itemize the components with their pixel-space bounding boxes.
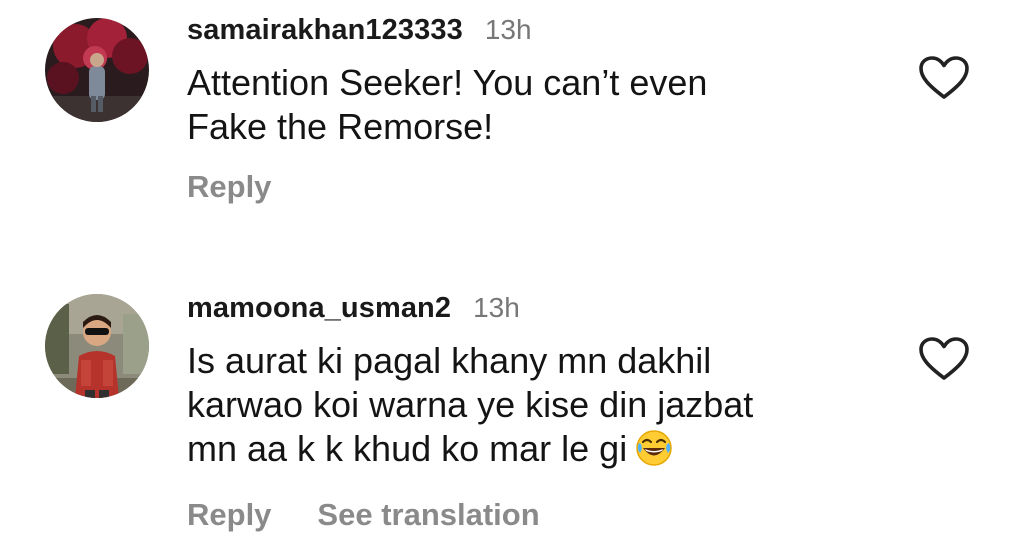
- comment-text-line-content: mn aa k k khud ko mar le gi: [187, 428, 628, 469]
- reply-button[interactable]: Reply: [187, 169, 271, 205]
- see-translation-button[interactable]: See translation: [317, 497, 539, 533]
- laughing-emoji-icon: [635, 429, 673, 477]
- heart-outline-icon[interactable]: [918, 55, 970, 101]
- comment-text-line: Attention Seeker! You can’t even: [187, 62, 708, 103]
- heart-outline-icon[interactable]: [918, 336, 970, 382]
- comment-meta: samairakhan123333 13h: [187, 14, 887, 47]
- comment-text-line: Is aurat ki pagal khany mn dakhil: [187, 340, 712, 381]
- comment-actions: Reply: [187, 169, 887, 205]
- comment-item: samairakhan123333 13h Attention Seeker! …: [0, 0, 1024, 260]
- comment-text-line: mn aa k k khud ko mar le gi: [187, 427, 887, 477]
- username[interactable]: mamoona_usman2: [187, 292, 451, 325]
- timestamp: 13h: [484, 14, 532, 45]
- comment-text: Is aurat ki pagal khany mn dakhil karwao…: [187, 339, 887, 477]
- comment-actions: Reply See translation: [187, 497, 887, 533]
- comment-body: samairakhan123333 13h Attention Seeker! …: [187, 0, 887, 205]
- username[interactable]: samairakhan123333: [187, 14, 463, 47]
- reply-button[interactable]: Reply: [187, 497, 271, 533]
- comment-body: mamoona_usman2 13h Is aurat ki pagal kha…: [187, 280, 887, 533]
- comment-text-line: Fake the Remorse!: [187, 106, 494, 147]
- timestamp: 13h: [473, 292, 520, 323]
- comment-text-line: karwao koi warna ye kise din jazbat: [187, 384, 754, 425]
- avatar[interactable]: [45, 18, 149, 122]
- avatar[interactable]: [45, 294, 149, 398]
- comment-text: Attention Seeker! You can’t even Fake th…: [187, 61, 887, 149]
- comment-item: mamoona_usman2 13h Is aurat ki pagal kha…: [0, 280, 1024, 550]
- comment-meta: mamoona_usman2 13h: [187, 292, 887, 325]
